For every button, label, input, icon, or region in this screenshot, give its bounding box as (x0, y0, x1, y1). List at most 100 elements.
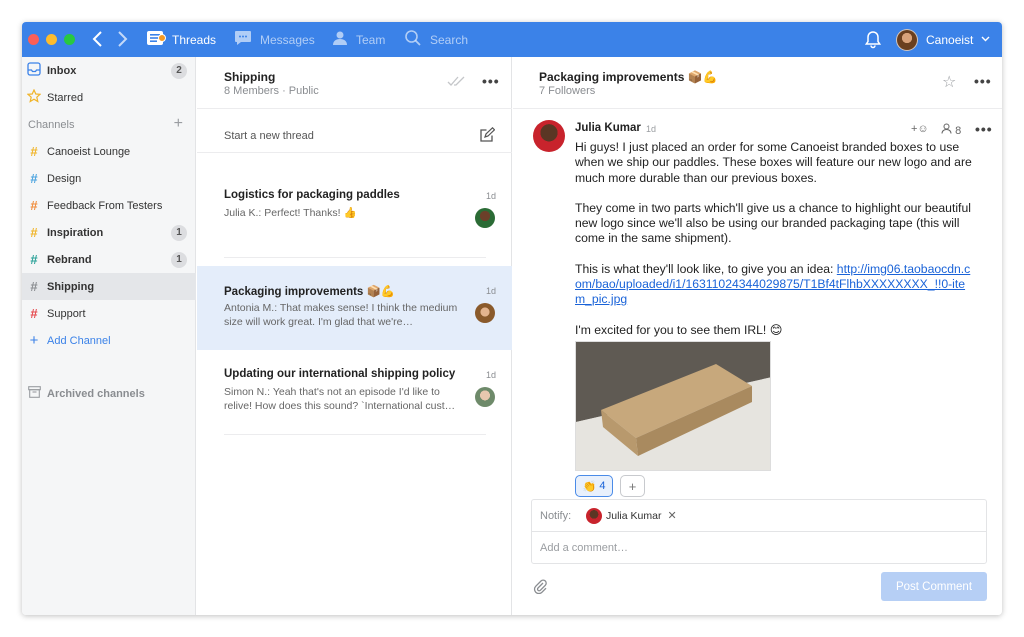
threads-icon (146, 30, 172, 49)
tab-messages-label: Messages (260, 32, 315, 47)
new-thread-label: Start a new thread (224, 130, 314, 142)
thread-time: 1d (486, 370, 497, 380)
minimize-window-button[interactable] (46, 34, 57, 45)
more-options-icon[interactable]: ••• (974, 73, 992, 89)
back-arrow-icon[interactable] (92, 30, 106, 48)
message-body: Hi guys! I just placed an order for some… (575, 140, 975, 353)
tab-threads-label: Threads (172, 32, 217, 47)
message-more-icon[interactable]: ••• (975, 121, 993, 137)
hash-icon: # (30, 171, 38, 186)
thread-detail-panel: Packaging improvements 📦💪 7 Followers ☆ … (513, 57, 1002, 615)
sidebar-item-design[interactable]: # Design (22, 165, 196, 192)
message-author: Julia Kumar (575, 122, 641, 134)
reaction-count: 4 (599, 480, 606, 492)
avatar (533, 120, 565, 152)
reaction-emoji: 👏 (582, 480, 597, 493)
sidebar-item-label: Inspiration (47, 226, 104, 239)
message-paragraph: This is what they'll look like, to give … (575, 262, 975, 308)
tab-search[interactable]: Search (404, 22, 468, 57)
channel-title: Shipping (224, 70, 276, 84)
reaction-clap-button[interactable]: 👏 4 (575, 475, 613, 497)
comment-input[interactable]: Add a comment… (540, 542, 628, 554)
zoom-window-button[interactable] (64, 34, 75, 45)
more-options-icon[interactable]: ••• (482, 73, 500, 89)
sidebar: Inbox 2 Starred Channels + # Canoeist Lo… (22, 57, 196, 615)
thread-title: Updating our international shipping poli… (224, 368, 456, 380)
thread-time: 1d (486, 286, 497, 296)
top-bar: Threads Messages Team Search Canoeist (22, 22, 1002, 57)
tab-search-label: Search (430, 32, 469, 47)
thread-title: Logistics for packaging paddles (224, 189, 400, 201)
close-window-button[interactable] (28, 34, 39, 45)
message-paragraph: I'm excited for you to see them IRL! 😊 (575, 322, 783, 337)
tab-team[interactable]: Team (332, 22, 385, 57)
message-paragraph: They come in two parts which'll give us … (575, 200, 971, 246)
thread-preview: Simon N.: Yeah that's not an episode I'd… (224, 386, 456, 412)
paperclip-icon[interactable] (533, 578, 547, 599)
tab-team-label: Team (356, 32, 386, 47)
avatar (475, 387, 495, 407)
notify-row: Notify: Julia Kumar ✕ (532, 500, 986, 532)
thread-item-international-shipping[interactable]: Updating our international shipping poli… (197, 350, 512, 434)
sidebar-item-rebrand[interactable]: # Rebrand 1 (22, 246, 196, 273)
star-icon[interactable]: ☆ (942, 72, 956, 92)
comment-composer: Notify: Julia Kumar ✕ Add a comment… (531, 499, 987, 564)
thread-time: 1d (486, 191, 497, 201)
sidebar-item-inspiration[interactable]: # Inspiration 1 (22, 219, 196, 246)
add-reaction-button[interactable]: + (620, 475, 645, 497)
unread-count-badge: 2 (171, 62, 187, 79)
notify-chip[interactable]: Julia Kumar ✕ (586, 506, 677, 525)
user-name: Canoeist (926, 32, 974, 47)
sidebar-item-label: Starred (47, 91, 84, 104)
sidebar-item-shipping[interactable]: # Shipping (22, 273, 196, 300)
messages-icon (234, 30, 260, 49)
sidebar-item-inbox[interactable]: Inbox 2 (22, 57, 196, 84)
sidebar-item-feedback-from-testers[interactable]: # Feedback From Testers (22, 192, 196, 219)
tab-threads[interactable]: Threads (146, 22, 216, 57)
sidebar-item-canoeist-lounge[interactable]: # Canoeist Lounge (22, 138, 196, 165)
sidebar-item-starred[interactable]: Starred (22, 84, 196, 111)
thread-list-header: Shipping 8 Members · Public ••• (197, 57, 512, 109)
message-time: 1d (646, 124, 657, 134)
followers-count: 7 Followers (539, 85, 596, 97)
thread-list-panel: Shipping 8 Members · Public ••• Start a … (197, 57, 512, 615)
remove-icon[interactable]: ✕ (667, 509, 676, 522)
attached-image[interactable] (575, 341, 771, 471)
thread-item-packaging[interactable]: Packaging improvements 📦💪 Antonia M.: Th… (197, 266, 512, 350)
thread-item-logistics[interactable]: Logistics for packaging paddles Julia K.… (197, 171, 512, 255)
add-channel-plus-icon[interactable]: + (174, 115, 183, 133)
notify-person: Julia Kumar (606, 509, 662, 522)
unread-count-badge: 1 (171, 224, 187, 241)
new-thread-button[interactable]: Start a new thread (197, 117, 512, 153)
sidebar-item-support[interactable]: # Support (22, 300, 196, 327)
archived-channels-link[interactable]: Archived channels (22, 380, 196, 407)
add-channel-label: Add Channel (47, 334, 111, 347)
forward-arrow-icon[interactable] (116, 30, 130, 48)
tab-messages[interactable]: Messages (234, 22, 315, 57)
unread-dot-icon (158, 34, 166, 42)
sidebar-item-label: Canoeist Lounge (47, 145, 131, 158)
person-icon (941, 123, 955, 137)
bell-icon[interactable] (864, 30, 882, 54)
thread-preview: Antonia M.: That makes sense! I think th… (224, 302, 458, 328)
channel-subtitle: 8 Members · Public (224, 85, 319, 97)
user-menu[interactable]: Canoeist (896, 27, 990, 52)
add-channel-button[interactable]: + Add Channel (22, 327, 196, 354)
follower-count: 8 (955, 125, 962, 137)
post-comment-button[interactable]: Post Comment (881, 572, 987, 601)
notify-label: Notify: (540, 510, 572, 522)
archive-icon (27, 386, 41, 401)
message-paragraph: Hi guys! I just placed an order for some… (575, 140, 972, 185)
mark-all-read-icon[interactable] (447, 75, 467, 90)
add-reaction-icon[interactable]: +☺ (911, 123, 929, 135)
team-icon (332, 30, 356, 49)
hash-icon: # (30, 252, 38, 267)
search-icon (404, 29, 430, 50)
sidebar-item-label: Feedback From Testers (47, 199, 163, 212)
plus-icon: + (29, 332, 39, 349)
message-followers[interactable]: 8 (941, 123, 961, 137)
unread-count-badge: 1 (171, 251, 187, 268)
thread-detail-title: Packaging improvements 📦💪 (539, 70, 718, 84)
hash-icon: # (30, 306, 38, 321)
channels-heading: Channels (28, 119, 75, 131)
